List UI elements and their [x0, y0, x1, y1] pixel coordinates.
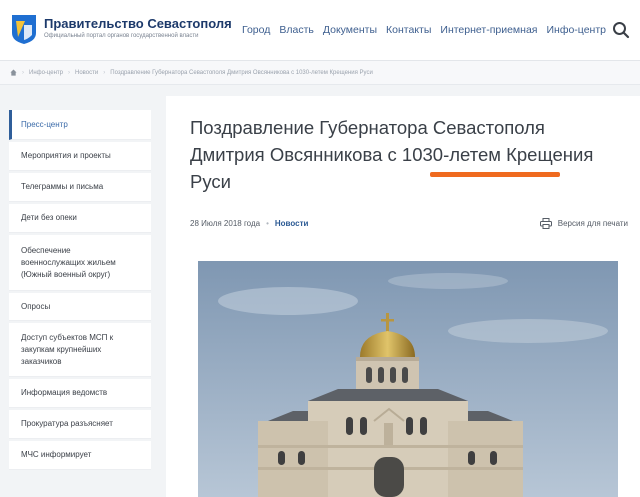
article-title: Поздравление Губернатора Севастополя Дми… — [190, 117, 594, 192]
sidebar-item-agency-info[interactable]: Информация ведомств — [9, 379, 151, 408]
printer-icon — [539, 218, 552, 229]
nav-item-authority[interactable]: Власть — [279, 24, 314, 36]
nav-item-documents[interactable]: Документы — [323, 24, 377, 36]
cathedral-photo — [198, 261, 618, 497]
nav-item-info-center[interactable]: Инфо-центр — [546, 24, 606, 36]
article: Поздравление Губернатора Севастополя Дми… — [166, 96, 640, 497]
breadcrumb: › Инфо-центр › Новости › Поздравление Гу… — [0, 61, 640, 85]
article-meta: 28 Июля 2018 года • Новости — [190, 219, 308, 228]
sidebar-item-emergency[interactable]: МЧС информирует — [9, 441, 151, 470]
sidebar-item-events[interactable]: Мероприятия и проекты — [9, 142, 151, 171]
sidebar-item-prosecutor[interactable]: Прокуратура разъясняет — [9, 410, 151, 439]
sidebar-item-press-center[interactable]: Пресс-центр — [9, 110, 151, 140]
logo-icon[interactable] — [10, 13, 38, 45]
highlight-underline — [430, 172, 560, 177]
print-version-label: Версия для печати — [557, 219, 628, 228]
nav-item-contacts[interactable]: Контакты — [386, 24, 431, 36]
breadcrumb-separator: › — [22, 69, 24, 76]
meta-separator: • — [266, 219, 269, 228]
article-date: 28 Июля 2018 года — [190, 219, 261, 228]
nav-item-city[interactable]: Город — [242, 24, 270, 36]
main-nav: Город Власть Документы Контакты Интернет… — [242, 24, 606, 36]
sidebar-item-polls[interactable]: Опросы — [9, 293, 151, 321]
site-subtitle: Официальный портал органов государственн… — [44, 33, 199, 39]
breadcrumb-info-center[interactable]: Инфо-центр — [29, 70, 63, 76]
search-icon[interactable] — [612, 21, 630, 39]
site-header: Правительство Севастополя Официальный по… — [0, 0, 640, 61]
sidebar-item-telegrams[interactable]: Телеграммы и письма — [9, 173, 151, 202]
print-version-link[interactable]: Версия для печати — [539, 218, 628, 229]
sidebar-item-sme-procurement[interactable]: Доступ субъектов МСП к закупкам крупнейш… — [9, 323, 151, 377]
sidebar-item-military-housing[interactable]: Обеспечение военнослужащих жильем (Южный… — [9, 235, 151, 291]
sidebar: Пресс-центр Мероприятия и проекты Телегр… — [9, 110, 151, 472]
breadcrumb-separator: › — [103, 69, 106, 76]
sidebar-item-children[interactable]: Дети без опеки — [9, 204, 151, 233]
nav-item-reception[interactable]: Интернет-приемная — [440, 24, 537, 36]
article-category[interactable]: Новости — [275, 219, 309, 228]
breadcrumb-separator: › — [68, 69, 71, 76]
site-title[interactable]: Правительство Севастополя — [44, 16, 232, 31]
breadcrumb-news[interactable]: Новости — [75, 70, 98, 76]
home-icon[interactable] — [10, 69, 17, 76]
breadcrumb-current: Поздравление Губернатора Севастополя Дми… — [110, 69, 373, 76]
